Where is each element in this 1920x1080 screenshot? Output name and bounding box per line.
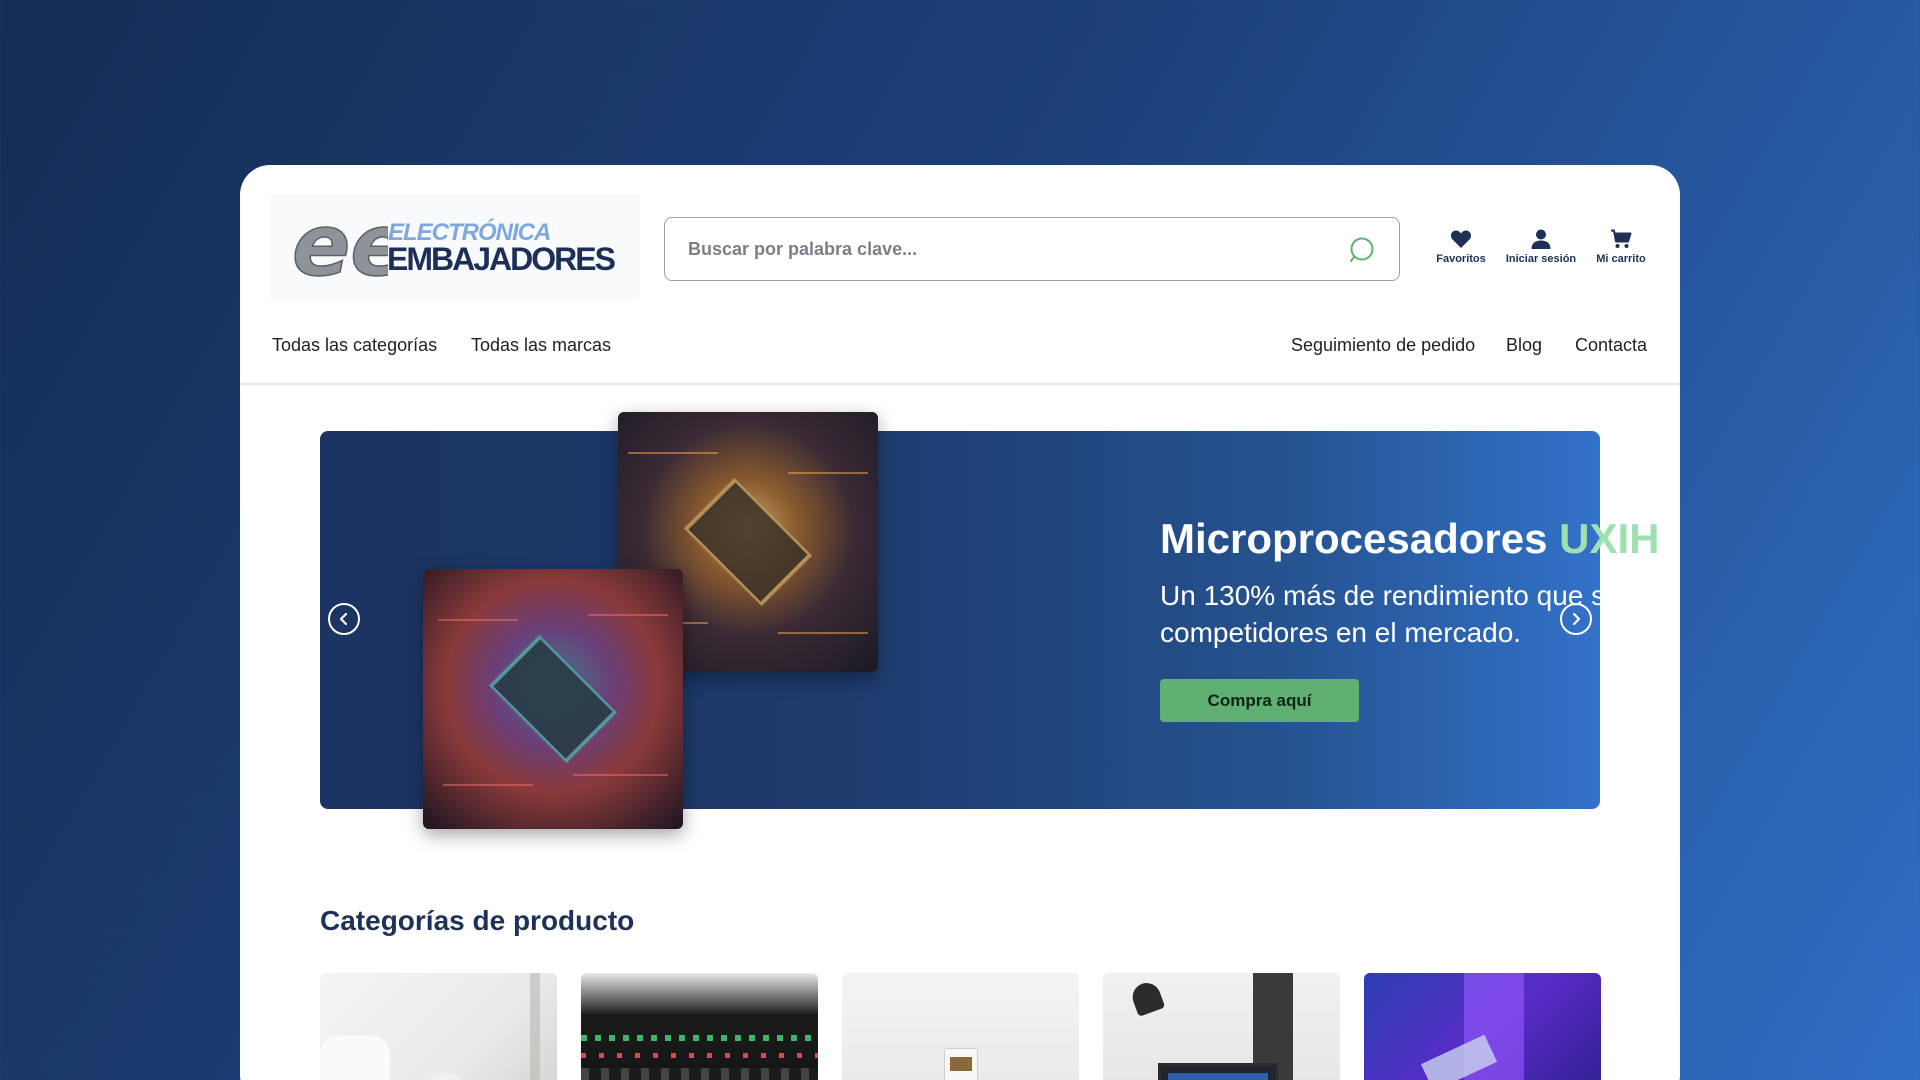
- category-card-desk-setup[interactable]: [1103, 973, 1340, 1080]
- shop-now-button[interactable]: Compra aquí: [1160, 679, 1359, 722]
- login-button[interactable]: Iniciar sesión: [1506, 229, 1576, 265]
- logo-line2: EMBAJADORES: [387, 241, 616, 277]
- login-label: Iniciar sesión: [1505, 253, 1577, 265]
- heart-icon: [1450, 230, 1472, 248]
- favorites-button[interactable]: Favoritos: [1430, 229, 1492, 265]
- user-icon: [1531, 229, 1551, 249]
- chevron-left-icon: [339, 612, 348, 626]
- cart-label: Mi carrito: [1596, 253, 1646, 265]
- chevron-right-icon: [1572, 612, 1581, 626]
- category-card-usb-drive[interactable]: [842, 973, 1079, 1080]
- cart-button[interactable]: Mi carrito: [1590, 229, 1652, 265]
- main-nav: Todas las categorías Todas las marcas Se…: [240, 335, 1680, 375]
- svg-text:ee: ee: [292, 205, 388, 289]
- header-actions: Favoritos Iniciar sesión Mi carrito: [1430, 229, 1652, 265]
- nav-blog[interactable]: Blog: [1506, 335, 1542, 356]
- search-icon[interactable]: [1349, 236, 1377, 264]
- carousel-prev-button[interactable]: [328, 603, 360, 635]
- hero-title: Microprocesadores UXIH: [1160, 515, 1660, 563]
- search-input[interactable]: [688, 238, 1328, 260]
- nav-contact[interactable]: Contacta: [1575, 335, 1647, 356]
- hero-title-main: Microprocesadores: [1160, 515, 1560, 562]
- search-bar[interactable]: [664, 217, 1400, 281]
- cart-icon: [1611, 229, 1632, 248]
- category-card-gaming-lights[interactable]: [1364, 973, 1601, 1080]
- carousel-next-button[interactable]: [1560, 603, 1592, 635]
- hero-image-chip-purple: [423, 569, 683, 829]
- category-card-smart-speaker[interactable]: [320, 973, 557, 1080]
- browser-page: ee ELECTRÓNICA EMBAJADORES Favoritos: [240, 165, 1680, 1080]
- hero-title-accent: UXIH: [1559, 515, 1660, 562]
- nav-all-brands[interactable]: Todas las marcas: [471, 335, 611, 356]
- logo-ee-mark: ee: [292, 205, 388, 289]
- categories-title: Categorías de producto: [320, 905, 635, 936]
- favorites-label: Favoritos: [1436, 253, 1486, 265]
- site-logo[interactable]: ee ELECTRÓNICA EMBAJADORES: [270, 195, 640, 300]
- category-card-audio-mixer[interactable]: [581, 973, 818, 1080]
- hero-subtitle: Un 130% más de rendimiento que sus compe…: [1160, 580, 1635, 648]
- nav-all-categories[interactable]: Todas las categorías: [272, 335, 437, 356]
- site-header: ee ELECTRÓNICA EMBAJADORES Favoritos: [240, 165, 1680, 385]
- nav-order-tracking[interactable]: Seguimiento de pedido: [1291, 335, 1475, 356]
